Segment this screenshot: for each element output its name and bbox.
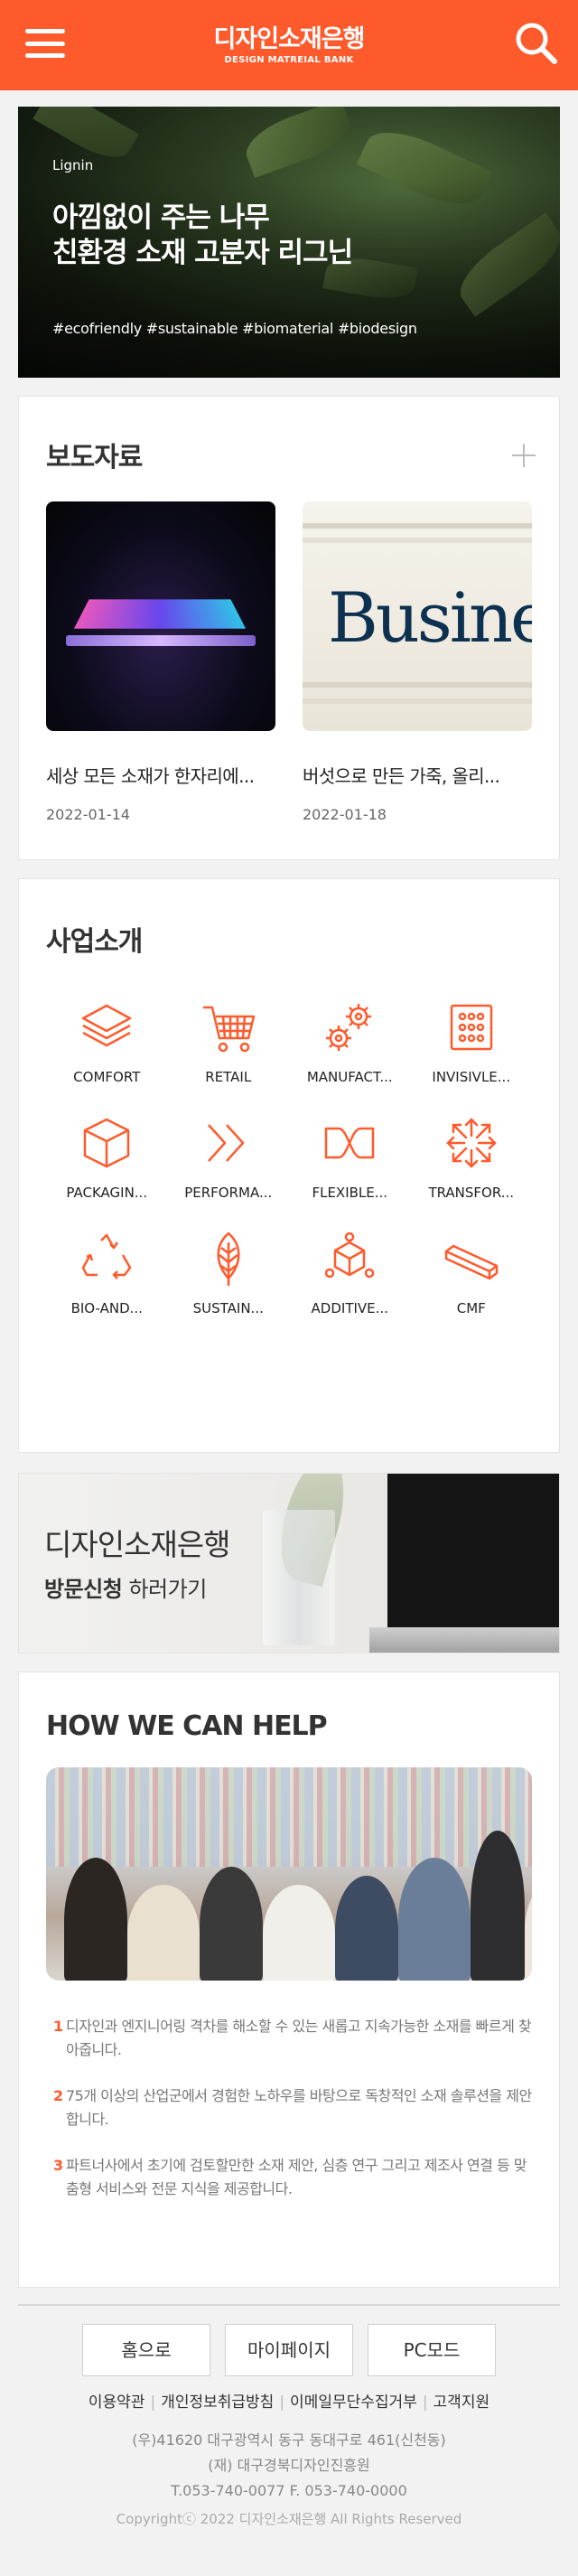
- bar-icon: [444, 1244, 498, 1280]
- business-item-cmf[interactable]: CMF: [411, 1226, 533, 1316]
- business-item-bio[interactable]: BIO-AND...: [46, 1226, 168, 1316]
- business-item-comfort[interactable]: COMFORT: [46, 995, 168, 1085]
- privacy-link[interactable]: 개인정보취급방침: [161, 2393, 274, 2412]
- molecule-cube-icon: [325, 1232, 375, 1279]
- pc-mode-button[interactable]: PC모드: [368, 2324, 496, 2376]
- gears-icon: [326, 1004, 372, 1051]
- double-chevron-icon: [207, 1124, 244, 1162]
- press-item-date: 2022-01-14: [46, 806, 130, 823]
- seminar-photo: [46, 1767, 532, 1981]
- press-section: 보도자료 세상 모든 소재가 한자리에... 2022-01-14 Busine…: [18, 396, 560, 860]
- visit-title: 디자인소재은행: [44, 1527, 231, 1562]
- footer-address: (우)41620 대구광역시 동구 동대구로 461(신천동): [132, 2431, 446, 2449]
- cart-icon: [202, 1006, 255, 1053]
- press-thumbnail: Busine: [303, 501, 532, 731]
- search-icon[interactable]: [513, 20, 558, 65]
- business-section-title: 사업소개: [46, 926, 143, 958]
- press-thumbnail: [46, 501, 275, 731]
- laptop-image: [387, 1474, 559, 1627]
- help-item: 3 파트너사에서 초기에 검토할만한 소재 제안, 심층 연구 그리고 제조사 …: [53, 2156, 527, 2197]
- footer-contact: T.053-740-0077 F. 053-740-0000: [171, 2482, 407, 2499]
- help-section: HOW WE CAN HELP 1 디자인과 엔지니어링 격차를 해소할 수 있…: [18, 1672, 560, 2288]
- brand-subtitle: DESIGN MATREIAL BANK: [224, 55, 354, 66]
- leaf-icon: [217, 1232, 240, 1286]
- support-link[interactable]: 고객지원: [434, 2393, 490, 2412]
- terms-link[interactable]: 이용약관: [89, 2393, 145, 2412]
- brand-logo[interactable]: 디자인소재은행 DESIGN MATREIAL BANK: [213, 24, 366, 66]
- press-item-title: 세상 모든 소재가 한자리에...: [46, 765, 255, 787]
- plus-icon[interactable]: [510, 442, 537, 469]
- circuit-icon: [450, 1004, 492, 1051]
- app-header: 디자인소재은행 DESIGN MATREIAL BANK: [0, 0, 578, 90]
- footer-links: 이용약관 | 개인정보취급방침 | 이메일무단수집거부 | 고객지원: [88, 2393, 490, 2412]
- hero-tag: Lignin: [52, 157, 94, 173]
- footer-copyright: Copyrightⓒ 2022 디자인소재은행 All Rights Reser…: [116, 2511, 462, 2527]
- business-item-manufacturing[interactable]: MANUFACT...: [289, 995, 411, 1085]
- expand-arrows-icon: [445, 1118, 497, 1168]
- hamburger-icon[interactable]: [25, 25, 65, 61]
- business-item-invisible[interactable]: INVISIVLE...: [411, 995, 533, 1085]
- business-item-sustainable[interactable]: SUSTAIN...: [168, 1226, 290, 1316]
- press-item[interactable]: Busine 버섯으로 만든 가죽, 올리... 2022-01-18: [303, 501, 532, 823]
- footer-info: (우)41620 대구광역시 동구 동대구로 461(신천동) (재) 대구경북…: [18, 2428, 560, 2531]
- hero-banner[interactable]: Lignin 아낌없이 주는 나무 친환경 소재 고분자 리그닌 #ecofri…: [18, 107, 560, 378]
- business-item-packaging[interactable]: PACKAGIN...: [46, 1110, 168, 1201]
- business-section: 사업소개 COMFORT RETAIL MANUFACT... INVISIVL…: [18, 878, 560, 1453]
- box-icon: [84, 1118, 130, 1168]
- layers-icon: [82, 1004, 132, 1047]
- business-item-additive[interactable]: ADDITIVE...: [289, 1226, 411, 1316]
- help-section-title: HOW WE CAN HELP: [46, 1710, 328, 1742]
- email-policy-link[interactable]: 이메일무단수집거부: [290, 2393, 417, 2412]
- press-item[interactable]: 세상 모든 소재가 한자리에... 2022-01-14: [46, 501, 275, 823]
- hero-title: 아낌없이 주는 나무 친환경 소재 고분자 리그닌: [52, 201, 353, 269]
- recycle-icon: [82, 1233, 132, 1279]
- footer: 홈으로 마이페이지 PC모드 이용약관 | 개인정보취급방침 | 이메일무단수집거부 | 고…: [18, 2304, 560, 2527]
- brand-title: 디자인소재은행: [213, 24, 366, 53]
- help-item: 2 75개 이상의 산업군에서 경험한 노하우를 바탕으로 독창적인 소재 솔루…: [53, 2086, 532, 2129]
- business-item-flexible[interactable]: FLEXIBLE...: [289, 1110, 411, 1201]
- footer-org: (재) 대구경북디자인진흥원: [208, 2457, 370, 2474]
- help-item: 1 디자인과 엔지니어링 격차를 해소할 수 있는 새롭고 지속가능한 소재를 …: [53, 2018, 532, 2059]
- home-button[interactable]: 홈으로: [82, 2324, 210, 2376]
- hero-hashtags: #ecofriendly #sustainable #biomaterial #…: [52, 319, 417, 337]
- visit-subtitle: 방문신청 하러가기: [44, 1577, 207, 1602]
- press-section-title: 보도자료: [46, 442, 143, 473]
- press-item-title: 버섯으로 만든 가죽, 올리...: [303, 765, 500, 787]
- business-item-performance[interactable]: PERFORMA...: [168, 1110, 290, 1201]
- business-item-transform[interactable]: TRANSFOR...: [411, 1110, 533, 1201]
- visit-request-banner[interactable]: 디자인소재은행 방문신청 하러가기: [18, 1473, 560, 1653]
- press-item-date: 2022-01-18: [303, 806, 387, 823]
- mypage-button[interactable]: 마이페이지: [225, 2324, 353, 2376]
- newspaper-headline: Busine: [328, 577, 532, 658]
- business-item-retail[interactable]: RETAIL: [168, 995, 290, 1085]
- flex-icon: [325, 1127, 375, 1159]
